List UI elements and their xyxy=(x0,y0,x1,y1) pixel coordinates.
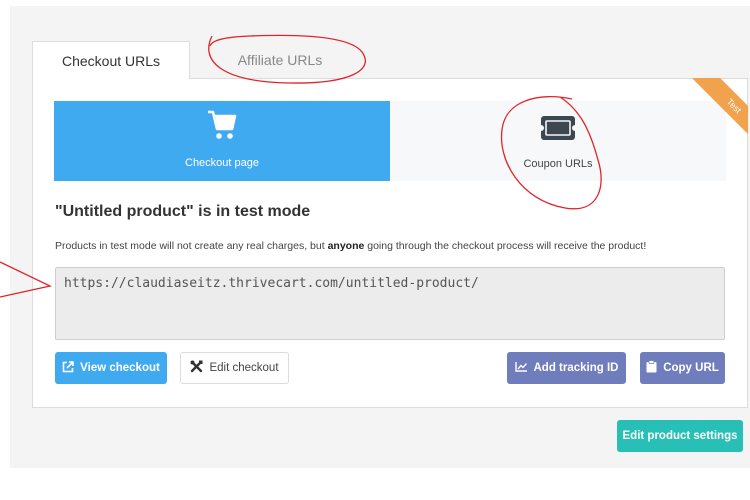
edit-checkout-button[interactable]: Edit checkout xyxy=(180,352,289,384)
tab-checkout-urls[interactable]: Checkout URLs xyxy=(32,41,190,79)
tab-affiliate-urls-label: Affiliate URLs xyxy=(237,52,323,68)
tab-checkout-urls-label: Checkout URLs xyxy=(61,53,161,69)
cart-icon xyxy=(207,108,237,145)
tab-affiliate-urls[interactable]: Affiliate URLs xyxy=(200,41,360,79)
test-ribbon: Test xyxy=(678,78,748,148)
description-text-before: Products in test mode will not create an… xyxy=(55,240,328,252)
checkout-url-field[interactable] xyxy=(55,267,725,340)
coupon-urls-card-label: Coupon URLs xyxy=(523,158,593,170)
test-mode-heading: "Untitled product" is in test mode xyxy=(55,203,311,220)
checkout-page-card[interactable]: Checkout page xyxy=(54,101,390,181)
edit-product-settings-label: Edit product settings xyxy=(622,430,738,442)
view-checkout-button[interactable]: View checkout xyxy=(55,352,167,384)
copy-url-button[interactable]: Copy URL xyxy=(640,352,725,384)
coupon-ticket-icon xyxy=(538,115,578,144)
edit-product-settings-button[interactable]: Edit product settings xyxy=(617,420,743,452)
description-text-bold: anyone xyxy=(327,240,365,252)
copy-url-label: Copy URL xyxy=(663,362,719,374)
view-checkout-label: View checkout xyxy=(80,362,160,374)
edit-checkout-label: Edit checkout xyxy=(209,362,279,374)
test-mode-description: Products in test mode will not create an… xyxy=(55,240,646,252)
description-text-after: going through the checkout process will … xyxy=(364,240,647,252)
test-ribbon-label: Test xyxy=(690,78,748,148)
tools-icon xyxy=(190,360,203,376)
coupon-urls-card[interactable]: Coupon URLs xyxy=(390,101,726,181)
add-tracking-id-label: Add tracking ID xyxy=(533,362,619,374)
external-link-icon xyxy=(62,360,74,376)
checkout-page-card-label: Checkout page xyxy=(185,157,259,169)
clipboard-icon xyxy=(646,360,657,376)
add-tracking-id-button[interactable]: Add tracking ID xyxy=(507,352,626,384)
chart-line-icon xyxy=(514,361,528,375)
